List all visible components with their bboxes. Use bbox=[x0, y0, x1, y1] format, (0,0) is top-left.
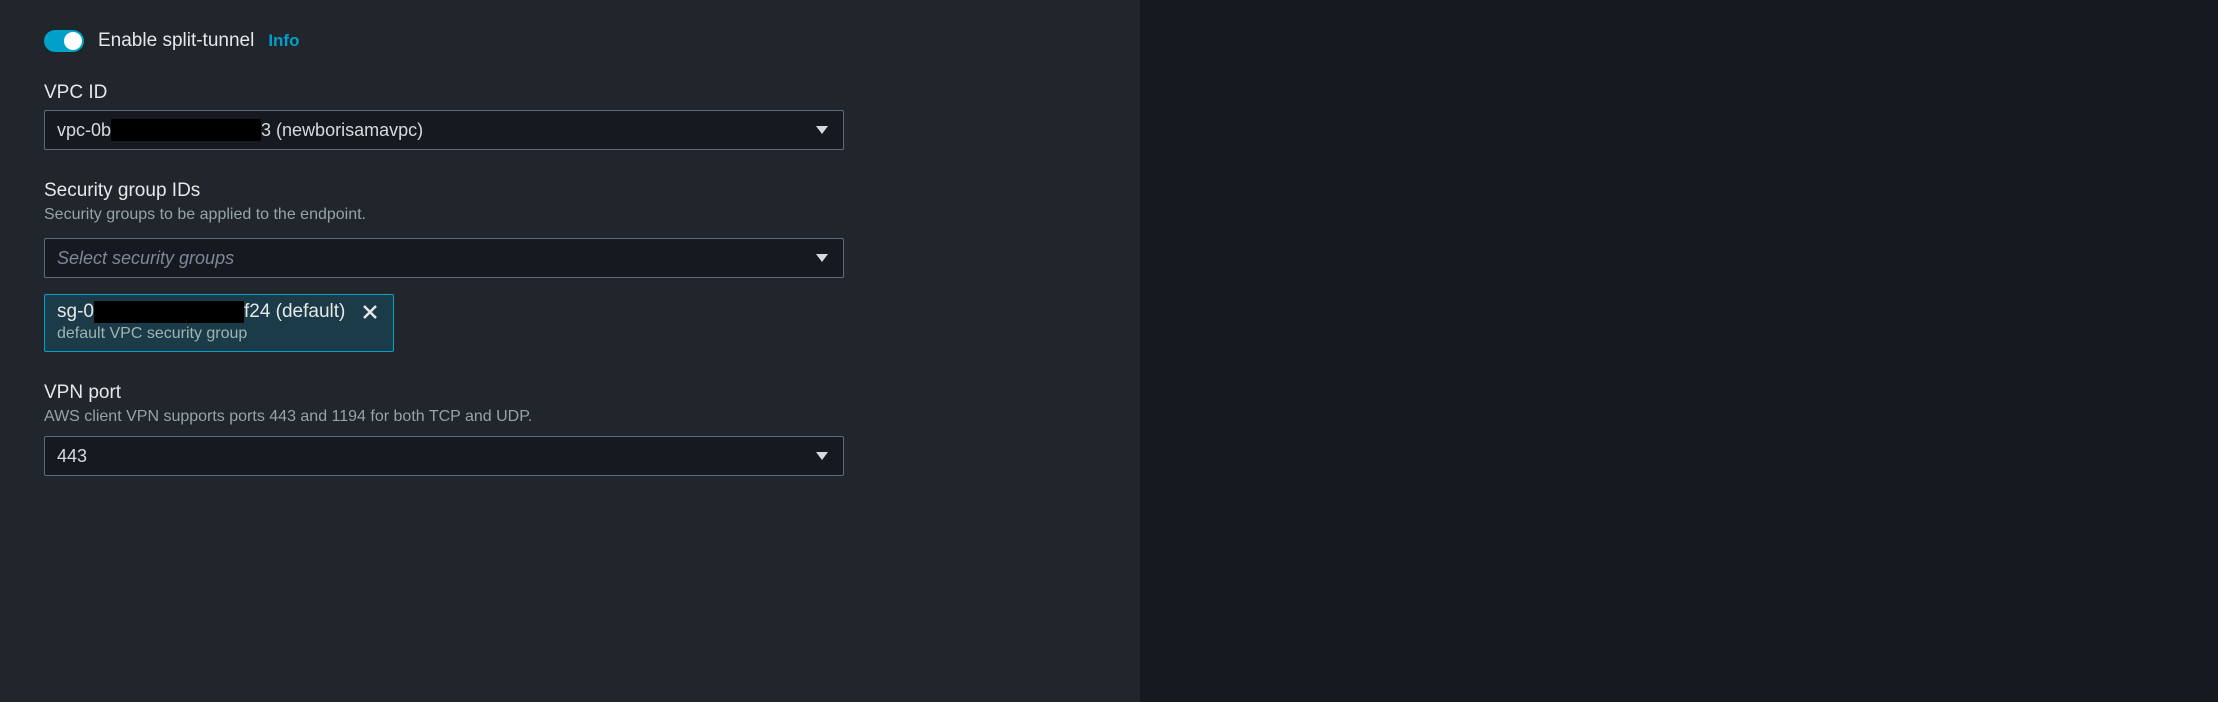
security-group-description: Security groups to be applied to the end… bbox=[44, 206, 1096, 224]
vpn-port-value: 443 bbox=[57, 446, 87, 467]
security-group-field: Security group IDs Security groups to be… bbox=[44, 180, 1096, 352]
security-group-token-id: sg-0 f24 (default) bbox=[57, 301, 345, 323]
vpc-id-prefix: vpc-0b bbox=[57, 120, 111, 141]
vpc-id-select[interactable]: vpc-0b 3 (newborisamavpc) bbox=[44, 110, 844, 150]
vpn-port-label: VPN port bbox=[44, 382, 1096, 404]
split-tunnel-toggle[interactable] bbox=[44, 30, 84, 52]
sg-id-prefix: sg-0 bbox=[57, 301, 94, 323]
security-group-token-description: default VPC security group bbox=[57, 325, 381, 343]
vpc-id-suffix: 3 (newborisamavpc) bbox=[261, 120, 423, 141]
vpn-port-select[interactable]: 443 bbox=[44, 436, 844, 476]
remove-token-button[interactable] bbox=[359, 301, 381, 323]
chevron-down-icon bbox=[813, 447, 831, 465]
security-group-token: sg-0 f24 (default) default VPC security … bbox=[44, 294, 394, 352]
security-group-select[interactable]: Select security groups bbox=[44, 238, 844, 278]
security-group-label: Security group IDs bbox=[44, 180, 1096, 202]
sg-id-suffix: f24 (default) bbox=[244, 301, 345, 323]
redacted-block bbox=[94, 301, 244, 323]
vpn-port-description: AWS client VPN supports ports 443 and 11… bbox=[44, 408, 1096, 426]
chevron-down-icon bbox=[813, 121, 831, 139]
security-group-token-top: sg-0 f24 (default) bbox=[57, 301, 381, 323]
vpc-id-field: VPC ID vpc-0b 3 (newborisamavpc) bbox=[44, 82, 1096, 150]
right-empty-panel bbox=[1140, 0, 2218, 702]
security-group-placeholder: Select security groups bbox=[57, 248, 234, 269]
split-tunnel-label: Enable split-tunnel bbox=[98, 30, 254, 52]
form-panel: Enable split-tunnel Info VPC ID vpc-0b 3… bbox=[0, 0, 1140, 702]
vpc-id-value: vpc-0b 3 (newborisamavpc) bbox=[57, 119, 423, 141]
redacted-block bbox=[111, 119, 261, 141]
chevron-down-icon bbox=[813, 249, 831, 267]
info-link[interactable]: Info bbox=[268, 31, 299, 51]
vpn-port-field: VPN port AWS client VPN supports ports 4… bbox=[44, 382, 1096, 476]
split-tunnel-row: Enable split-tunnel Info bbox=[44, 30, 1096, 52]
vpc-id-label: VPC ID bbox=[44, 82, 1096, 104]
